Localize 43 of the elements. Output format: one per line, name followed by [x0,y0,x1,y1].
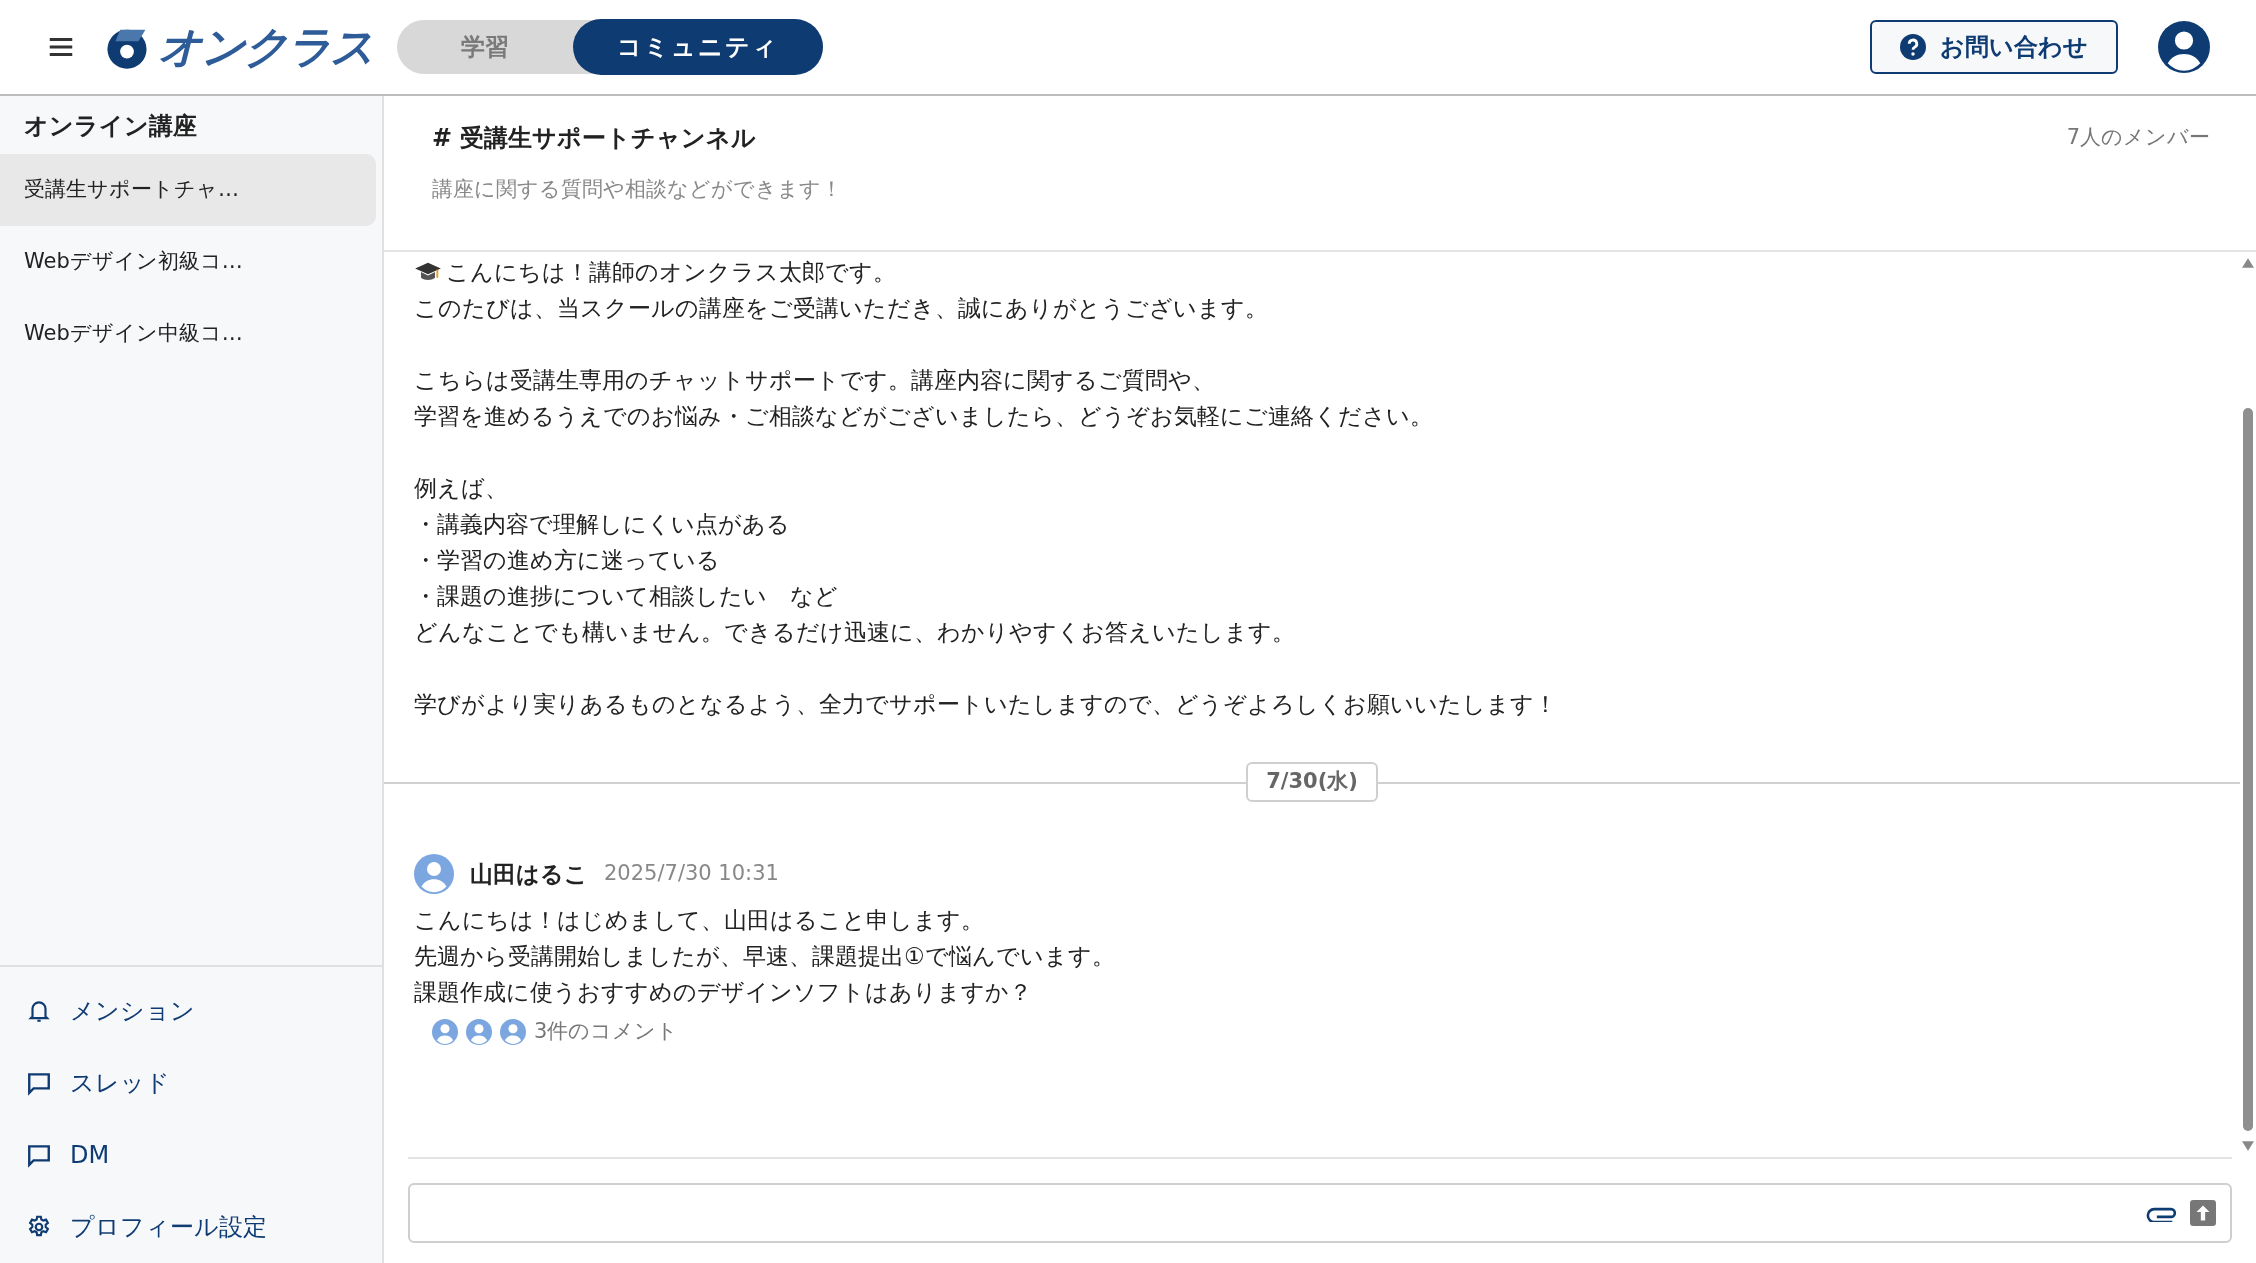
message-input[interactable] [408,1183,2232,1243]
channel-item[interactable]: Webデザイン初級コ… [0,226,376,298]
nav-item[interactable]: DM [0,1119,382,1191]
channel-description: 講座に関する質問や相談などができます！ [432,176,843,203]
nav-item[interactable]: プロフィール設定 [0,1191,382,1263]
logo-text: オンクラス [158,25,373,69]
message-line: このたびは、当スクールの講座をご受講いただき、誠にありがとうございます。 [414,294,1268,323]
message-line: こんにちは！はじめまして、山田はること申します。 [414,906,985,935]
message-line: ・学習の進め方に迷っている [414,546,720,575]
comments-link[interactable]: 3件のコメント [432,1016,2240,1048]
mode-tab[interactable]: コミュニティ [573,19,823,75]
commenter-avatar-icon [432,1018,458,1045]
message-line: こちらは受講生専用のチャットサポートです。講座内容に関するご質問や、 [414,366,1215,395]
message-time: 2025/7/30 10:31 [604,860,779,888]
member-count[interactable]: 7人のメンバー [2066,122,2210,154]
author-name: 山田はるこ [470,859,588,889]
chat-icon [26,1070,52,1096]
channel-title: # 受講生サポートチャンネル [432,123,757,154]
message-line: 課題作成に使うおすすめのデザインソフトはありますか？ [414,978,1033,1007]
message-line: どんなことでも構いません。できるだけ迅速に、わかりやすくお答えいたします。 [414,618,1295,647]
send-icon[interactable] [2190,1200,2216,1226]
help-button[interactable]: お問い合わせ [1870,20,2118,74]
help-icon [1900,34,1926,60]
bell-icon [26,998,52,1024]
nav-item[interactable]: メンション [0,975,382,1047]
chat-icon [26,1142,52,1168]
message-line: 先週から受講開始しましたが、早速、課題提出①で悩んでいます。 [414,942,1116,971]
channel-item[interactable]: Webデザイン中級コ… [0,298,376,370]
commenter-avatar-icon [500,1018,526,1045]
message-line: 学習を進めるうえでのお悩み・ご相談などがございましたら、どうぞお気軽にご連絡ください。 [414,402,1433,431]
message-line: 学びがより実りあるものとなるよう、全力でサポートいたしますので、どうぞよろしくお願いいたします！ [414,690,1557,719]
message-line: 例えば、 [414,474,508,503]
commenter-avatar-icon [466,1018,492,1045]
user-avatar-icon [414,854,454,894]
account-avatar-icon [2158,21,2210,73]
section-title: オンライン講座 [23,111,198,142]
channel-item[interactable]: 受講生サポートチャ… [0,154,376,226]
message-line: こんにちは！講師のオンクラス太郎です。 [446,258,896,287]
nav-item[interactable]: スレッド [0,1047,382,1119]
message-line: ・課題の進捗について相談したい など [414,582,838,611]
scroll-down-icon[interactable] [2242,1141,2254,1151]
message-line: ・講義内容で理解しにくい点がある [414,510,790,539]
scroll-up-icon[interactable] [2242,258,2254,268]
